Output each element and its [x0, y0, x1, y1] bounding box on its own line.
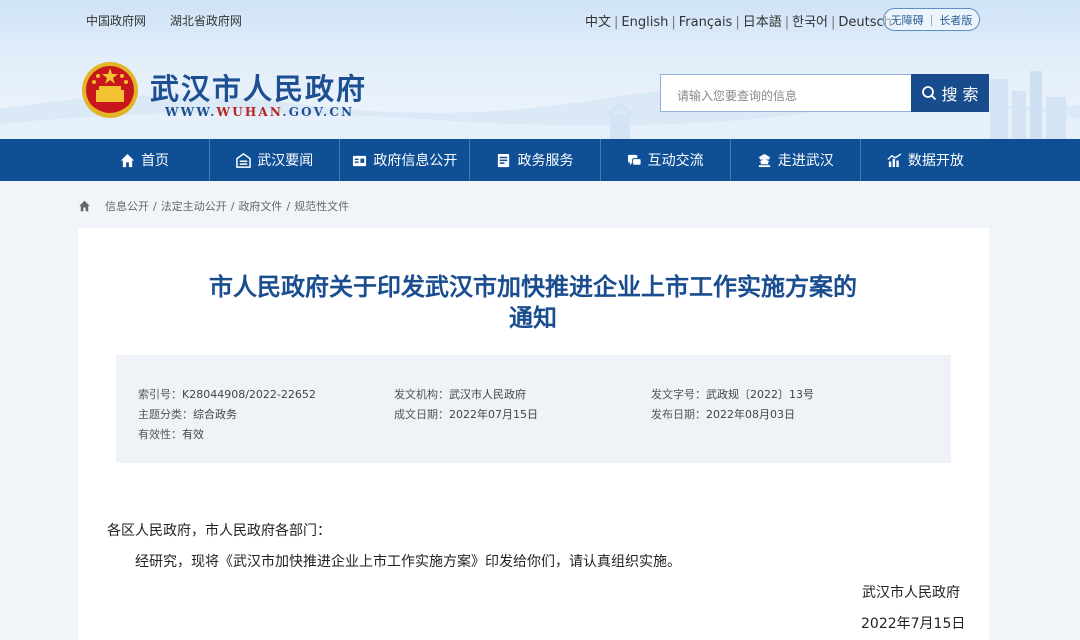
meta-label: 发布日期：	[651, 408, 706, 421]
meta-label: 主题分类：	[138, 408, 193, 421]
meta-value: K28044908/2022-22652	[182, 388, 316, 401]
nav-item-label: 走进武汉	[777, 153, 834, 169]
nav-item-interaction[interactable]: 互动交流	[601, 139, 731, 181]
meta-label: 发文字号：	[651, 388, 706, 401]
body-paragraph: 经研究，现将《武汉市加快推进企业上市工作实施方案》印发给你们，请认真组织实施。	[135, 554, 681, 570]
breadcrumb-item[interactable]: 规范性文件	[294, 198, 349, 214]
salutation: 各区人民政府，市人民政府各部门：	[107, 523, 331, 539]
document-meta: 索引号：K28044908/2022-22652 主题分类：综合政务 有效性：有…	[116, 355, 951, 463]
meta-published: 发布日期：2022年08月03日	[651, 406, 795, 422]
signature: 武汉市人民政府	[862, 585, 960, 601]
lang-ko[interactable]: 한국어	[792, 15, 828, 30]
breadcrumb-item[interactable]: 信息公开	[105, 198, 149, 214]
meta-issuer: 发文机构：武汉市人民政府	[394, 386, 526, 402]
lang-separator: |	[735, 15, 740, 30]
lang-separator: |	[784, 15, 790, 30]
data-icon	[887, 152, 902, 167]
home-icon[interactable]	[78, 200, 91, 212]
title-line-2: 通知	[509, 304, 557, 332]
home-icon	[121, 153, 135, 167]
domain-prefix: WWW.	[165, 105, 217, 119]
chat-icon	[627, 154, 642, 166]
breadcrumb-separator: /	[153, 199, 157, 213]
top-link-hubei[interactable]: 湖北省政府网	[170, 14, 242, 28]
nav-item-label: 政务服务	[517, 153, 574, 169]
pavilion-icon	[757, 153, 771, 167]
nav-item-label: 政府信息公开	[373, 153, 458, 169]
meta-label: 有效性：	[138, 428, 182, 441]
meta-docno: 发文字号：武政规〔2022〕13号	[651, 386, 814, 402]
accessibility-toggle: 无障碍 | 长者版	[883, 8, 980, 31]
service-icon	[498, 153, 510, 167]
breadcrumb-item[interactable]: 法定主动公开	[161, 198, 227, 214]
meta-index: 索引号：K28044908/2022-22652	[138, 386, 316, 402]
meta-validity: 有效性：有效	[138, 426, 204, 442]
meta-created: 成文日期：2022年07月15日	[394, 406, 538, 422]
meta-value: 有效	[182, 428, 204, 441]
search-icon	[922, 86, 937, 101]
national-emblem-icon[interactable]	[80, 60, 140, 122]
lang-ja[interactable]: 日本語	[743, 15, 782, 30]
domain-suffix: .GOV.CN	[282, 105, 355, 119]
info-card-icon	[353, 155, 367, 166]
breadcrumb-item[interactable]: 政府文件	[238, 198, 282, 214]
breadcrumb-separator: /	[286, 199, 291, 213]
meta-topic: 主题分类：综合政务	[138, 406, 237, 422]
nav-item-label: 首页	[141, 153, 170, 169]
search-button-label: 搜 索	[941, 85, 979, 104]
top-link-gov-cn[interactable]: 中国政府网	[86, 14, 146, 28]
meta-label: 发文机构：	[394, 388, 449, 401]
lang-zh[interactable]: 中文	[585, 15, 611, 30]
nav-item-info-disclosure[interactable]: 政府信息公开	[340, 139, 471, 181]
meta-value: 综合政务	[193, 408, 237, 421]
site-domain: WWW.WUHAN.GOV.CN	[165, 105, 354, 119]
issue-date: 2022年7月15日	[861, 616, 966, 632]
nav-item-open-data[interactable]: 数据开放	[861, 139, 990, 181]
language-switcher: 中文 | English | Français | 日本語 | 한국어 | Deutsch	[585, 11, 892, 30]
search-button[interactable]: 搜 索	[911, 74, 989, 112]
domain-highlight: WUHAN	[216, 105, 283, 119]
meta-value: 武汉市人民政府	[449, 388, 526, 401]
nav-item-label: 数据开放	[907, 153, 964, 169]
accessibility-button[interactable]: 无障碍	[891, 12, 924, 28]
article-container: 市人民政府关于印发武汉市加快推进企业上市工作实施方案的 通知 索引号：K2804…	[78, 228, 989, 640]
breadcrumb: 信息公开 / 法定主动公开 / 政府文件 / 规范性文件	[78, 198, 349, 214]
nav-item-label: 互动交流	[647, 153, 704, 169]
meta-label: 成文日期：	[394, 408, 449, 421]
breadcrumb-separator: /	[230, 199, 235, 213]
nav-item-label: 武汉要闻	[257, 153, 314, 169]
nav-item-services[interactable]: 政务服务	[470, 139, 601, 181]
lang-separator: |	[831, 15, 836, 30]
nav-item-news[interactable]: 武汉要闻	[210, 139, 341, 181]
main-nav: 首页 武汉要闻 政府信息公开 政务服务 互动交流 走进武汉 数据开放	[0, 139, 1080, 181]
meta-value: 武政规〔2022〕13号	[706, 388, 814, 401]
nav-item-about-wuhan[interactable]: 走进武汉	[731, 139, 861, 181]
page-title: 市人民政府关于印发武汉市加快推进企业上市工作实施方案的 通知	[138, 272, 928, 334]
meta-label: 索引号：	[138, 388, 182, 401]
site-header: 中国政府网 湖北省政府网 中文 | English | Français | 日本語 | 한국어…	[0, 0, 1080, 139]
accessibility-separator: |	[929, 13, 934, 26]
elderly-mode-button[interactable]: 长者版	[939, 12, 972, 28]
news-icon	[236, 152, 252, 168]
title-line-1: 市人民政府关于印发武汉市加快推进企业上市工作实施方案的	[209, 273, 857, 301]
lang-separator: |	[671, 15, 676, 30]
site-title[interactable]: 武汉市人民政府	[150, 66, 367, 108]
lang-separator: |	[614, 15, 619, 30]
search-input[interactable]: 请输入您要查询的信息	[660, 74, 912, 112]
meta-value: 2022年07月15日	[449, 408, 538, 421]
nav-item-home[interactable]: 首页	[80, 139, 211, 181]
lang-en[interactable]: English	[621, 15, 668, 30]
top-links: 中国政府网 湖北省政府网	[86, 12, 262, 29]
meta-value: 2022年08月03日	[706, 408, 795, 421]
lang-fr[interactable]: Français	[679, 15, 733, 30]
